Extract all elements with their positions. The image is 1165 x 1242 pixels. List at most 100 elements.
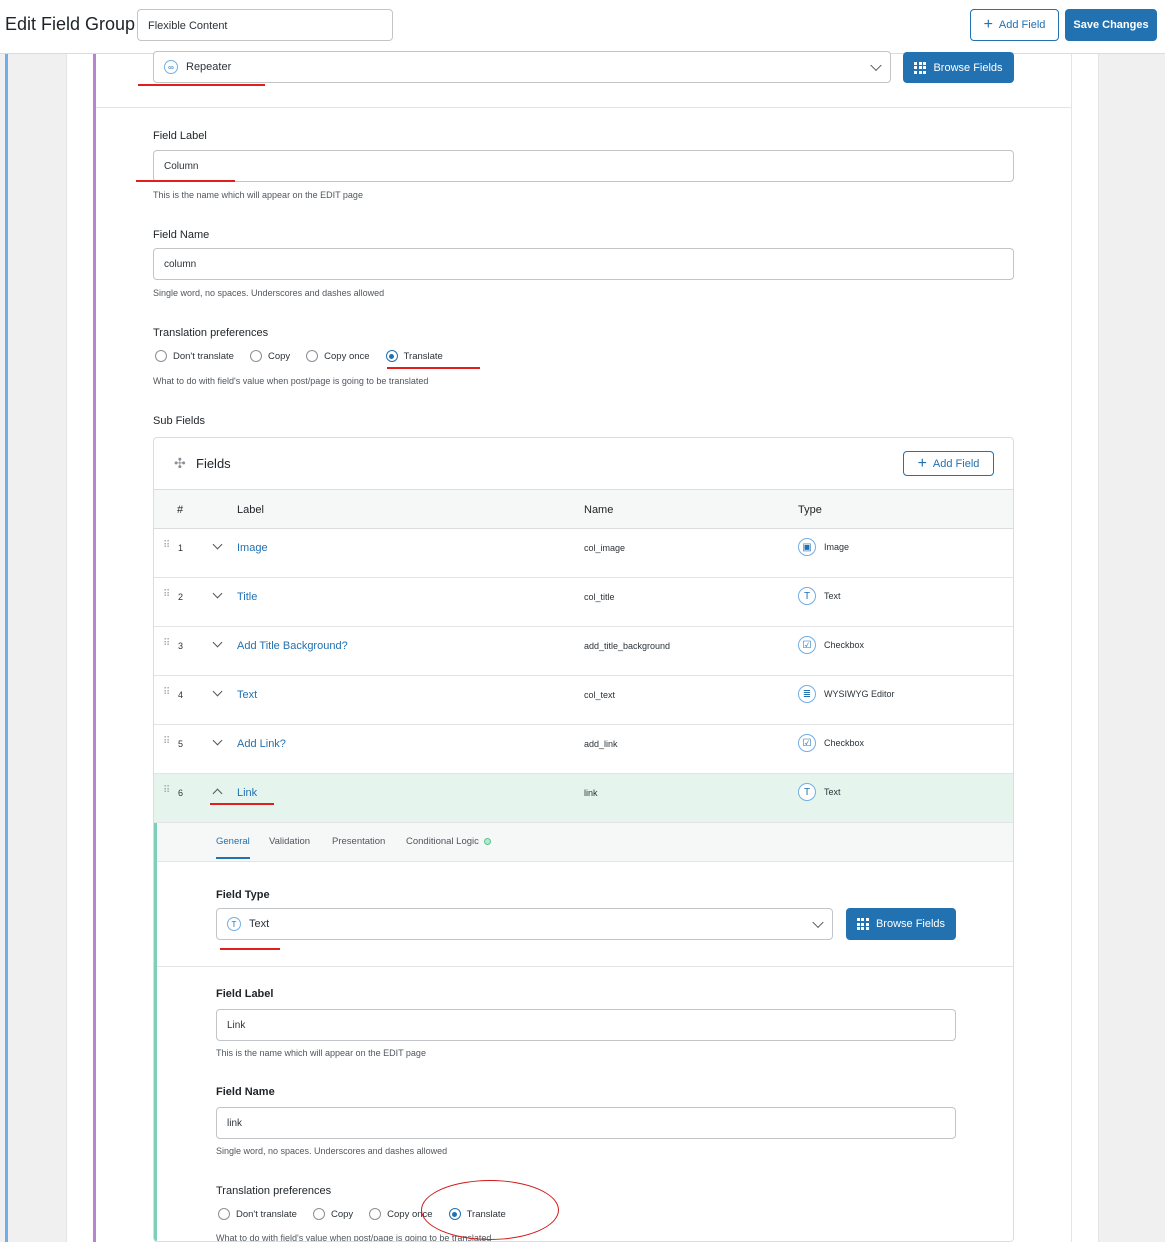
row-label-link[interactable]: Add Link? [237,738,286,750]
drag-handle-icon[interactable]: ⠿ [163,541,170,551]
radio-copy[interactable]: Copy [312,1208,353,1220]
puzzle-icon: ✣ [174,455,186,471]
translation-hint: What to do with field's value when post/… [153,376,429,386]
plus-icon: + [983,16,993,33]
divider [96,107,1072,108]
col-type: Type [798,504,822,516]
col-label: Label [237,504,264,516]
row-label-link[interactable]: Title [237,591,257,603]
page-title: Edit Field Group [5,14,136,34]
checkbox-icon: ☑ [798,636,816,654]
checkbox-icon: ☑ [798,734,816,752]
row-number: 5 [178,739,184,749]
annotation-underline [210,803,274,805]
field-type-select[interactable]: ∞ Repeater [153,51,891,83]
sub-field-type-value: Text [249,918,270,930]
row-label-link[interactable]: Add Title Background? [237,640,348,652]
radio-copy[interactable]: Copy [249,350,290,362]
drag-handle-icon[interactable]: ⠿ [163,786,170,796]
field-name-title: Field Name [153,229,210,241]
drag-handle-icon[interactable]: ⠿ [163,688,170,698]
row-label-link[interactable]: Text [237,689,257,701]
top-bar: Edit Field Group Flexible Content + Add … [0,0,1165,54]
sub-field-label-title: Field Label [216,988,274,1000]
row-number: 2 [178,592,184,602]
table-header: # Label Name Type [154,490,1013,529]
text-icon: T [798,783,816,801]
tab-conditional-logic[interactable]: Conditional Logic [406,836,491,847]
table-row-open[interactable]: ⠿ 6 Link link T Text [154,774,1013,823]
chevron-down-icon [812,916,824,929]
row-name: link [584,788,598,798]
sub-add-field-button[interactable]: + Add Field [903,451,994,476]
chevron-down-icon [870,59,882,72]
translation-title: Translation preferences [153,327,269,339]
radio-translate[interactable]: Translate [385,350,443,362]
browse-fields-button[interactable]: Browse Fields [903,52,1014,83]
chevron-down-icon[interactable] [212,539,223,550]
chevron-up-icon[interactable] [212,788,223,799]
field-label-input[interactable]: Column [153,150,1014,182]
radio-dont-translate[interactable]: Don't translate [155,350,234,362]
save-changes-button[interactable]: Save Changes [1065,9,1157,41]
row-type: Checkbox [824,640,865,650]
sub-field-type-select[interactable]: T Text [216,908,833,940]
sub-browse-fields-button[interactable]: Browse Fields [846,908,956,940]
row-number: 4 [178,690,184,700]
sub-field-name-hint: Single word, no spaces. Underscores and … [216,1146,448,1156]
row-name: add_link [584,739,618,749]
row-label-link[interactable]: Image [237,542,268,554]
field-label-hint: This is the name which will appear on th… [153,190,363,200]
sub-field-label-hint: This is the name which will appear on th… [216,1048,426,1058]
grid-icon [856,918,869,930]
tab-conditional-logic-label: Conditional Logic [406,836,479,847]
outer-accent-bar [5,54,8,1242]
chevron-down-icon[interactable] [212,637,223,648]
sub-field-name-input[interactable]: link [216,1107,956,1139]
divider [157,966,1013,967]
table-row[interactable]: ⠿ 1 Image col_image ▣ Image [154,529,1013,578]
tab-presentation[interactable]: Presentation [332,836,385,847]
status-dot-icon [483,837,491,845]
field-type-title: Field Type [216,889,270,901]
sub-field-name-title: Field Name [216,1086,275,1098]
table-row[interactable]: ⠿ 3 Add Title Background? add_title_back… [154,627,1013,676]
annotation-underline [387,367,480,369]
row-name: col_title [584,592,615,602]
inner-accent-bar [93,54,96,1242]
field-settings-panel: General Validation Presentation Conditio… [154,823,1013,1241]
tab-validation[interactable]: Validation [269,836,310,847]
editor-icon: ≣ [798,685,816,703]
row-type: Image [824,542,850,552]
row-number: 6 [178,788,184,798]
table-row[interactable]: ⠿ 4 Text col_text ≣ WYSIWYG Editor [154,676,1013,725]
drag-handle-icon[interactable]: ⠿ [163,737,170,747]
annotation-underline [220,948,280,950]
tab-general[interactable]: General [216,836,250,859]
field-name-input[interactable]: column [153,248,1014,280]
field-name-hint: Single word, no spaces. Underscores and … [153,288,385,298]
col-number: # [177,504,184,516]
row-name: col_image [584,543,626,553]
image-icon: ▣ [798,538,816,556]
chevron-down-icon[interactable] [212,735,223,746]
chevron-down-icon[interactable] [212,588,223,599]
text-icon: T [798,587,816,605]
chevron-down-icon[interactable] [212,686,223,697]
annotation-ellipse [421,1180,559,1240]
table-row[interactable]: ⠿ 5 Add Link? add_link ☑ Checkbox [154,725,1013,774]
row-type: WYSIWYG Editor [824,689,895,699]
row-label-link[interactable]: Link [237,787,257,799]
field-label-title: Field Label [153,130,207,142]
sub-field-label-input[interactable]: Link [216,1009,956,1041]
field-type-value: Repeater [186,61,232,73]
group-title-input[interactable]: Flexible Content [137,9,393,41]
radio-dont-translate[interactable]: Don't translate [218,1208,297,1220]
add-field-button[interactable]: + Add Field [970,9,1059,41]
drag-handle-icon[interactable]: ⠿ [163,590,170,600]
drag-handle-icon[interactable]: ⠿ [163,639,170,649]
radio-copy-once[interactable]: Copy once [306,350,370,362]
col-name: Name [584,504,614,516]
grid-icon [914,61,927,74]
table-row[interactable]: ⠿ 2 Title col_title T Text [154,578,1013,627]
